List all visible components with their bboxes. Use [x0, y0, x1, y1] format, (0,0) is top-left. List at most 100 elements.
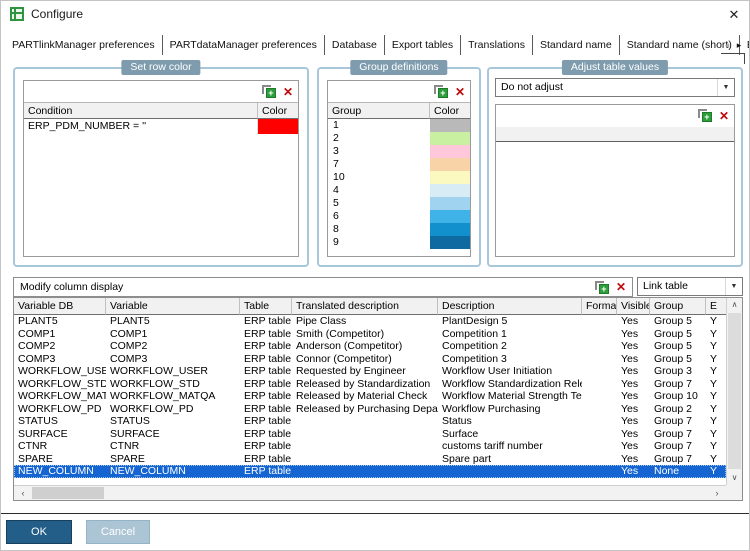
scroll-up-icon[interactable]: ∧: [727, 298, 742, 312]
tab-scroll-right-icon[interactable]: ▸: [733, 39, 745, 52]
scroll-left-icon[interactable]: ‹: [16, 486, 30, 500]
delete-column-icon[interactable]: ✕: [616, 281, 626, 293]
table-cell: [582, 365, 617, 378]
table-row[interactable]: CTNRCTNRERP tablecustoms tariff numberYe…: [14, 440, 726, 453]
delete-adjust-icon[interactable]: ✕: [719, 110, 729, 122]
tab-partlinkmanager-preferences[interactable]: PARTlinkManager preferences: [5, 35, 163, 55]
table-cell: Yes: [617, 465, 650, 478]
table-cell: [582, 390, 617, 403]
table-cell: Connor (Competitor): [292, 353, 438, 366]
table-cell: Yes: [617, 415, 650, 428]
table-row[interactable]: WORKFLOW_STDWORKFLOW_STDERP tableRelease…: [14, 378, 726, 391]
column-header-table[interactable]: Table: [240, 298, 292, 315]
scroll-right-icon[interactable]: ›: [710, 486, 724, 500]
table-cell: Group 2: [650, 403, 706, 416]
tab-standard-name[interactable]: Standard name: [533, 35, 620, 55]
column-header-variable-db[interactable]: Variable DB: [14, 298, 106, 315]
add-adjust-icon[interactable]: +: [698, 109, 712, 122]
table-cell: None: [650, 465, 706, 478]
table-row[interactable]: SPARESPAREERP tableSpare partYesGroup 7Y: [14, 453, 726, 466]
table-row[interactable]: NEW_COLUMNNEW_COLUMNERP tableYesNoneY: [14, 465, 726, 478]
app-grid-icon: [10, 7, 24, 21]
color-swatch[interactable]: [430, 210, 470, 223]
condition-row[interactable]: ERP_PDM_NUMBER = '': [24, 119, 298, 134]
group-column-header[interactable]: Group: [328, 103, 430, 119]
tab-export-tables[interactable]: Export tables: [385, 35, 461, 55]
table-row[interactable]: STATUSSTATUSERP tableStatusYesGroup 7Y: [14, 415, 726, 428]
vertical-scrollbar[interactable]: ∧ ∨: [726, 298, 742, 485]
table-row[interactable]: COMP2COMP2ERP tableAnderson (Competitor)…: [14, 340, 726, 353]
color-swatch[interactable]: [430, 132, 470, 145]
table-cell: Group 3: [650, 365, 706, 378]
cancel-button[interactable]: Cancel: [86, 520, 150, 544]
color-swatch[interactable]: [430, 197, 470, 210]
table-row[interactable]: SURFACESURFACEERP tableSurfaceYesGroup 7…: [14, 428, 726, 441]
ok-button[interactable]: OK: [6, 520, 72, 544]
group-row[interactable]: 5: [328, 197, 470, 210]
column-header-visible[interactable]: Visible: [617, 298, 650, 315]
table-cell: WORKFLOW_STD: [106, 378, 240, 391]
table-row[interactable]: WORKFLOW_MATQAWORKFLOW_MATQAERP tableRel…: [14, 390, 726, 403]
column-header-description[interactable]: Description: [438, 298, 582, 315]
table-cell: Group 5: [650, 340, 706, 353]
tab-partdatamanager-preferences[interactable]: PARTdataManager preferences: [163, 35, 325, 55]
modify-column-display-bar: Modify column display + ✕: [13, 277, 633, 297]
condition-column-header[interactable]: Condition: [24, 103, 258, 119]
color-column-header[interactable]: Color: [258, 103, 298, 119]
tab-scroll-left-icon[interactable]: ◂: [721, 39, 733, 52]
group-row[interactable]: 6: [328, 210, 470, 223]
tab-database[interactable]: Database: [325, 35, 385, 55]
table-cell: [582, 428, 617, 441]
table-cell: ERP table: [240, 453, 292, 466]
table-cell: SURFACE: [106, 428, 240, 441]
group-row[interactable]: 10: [328, 171, 470, 184]
vertical-scroll-thumb[interactable]: [728, 313, 741, 469]
set-row-color-toolbar: + ✕: [24, 81, 298, 102]
column-header-format[interactable]: Format: [582, 298, 617, 315]
group-row[interactable]: 7: [328, 158, 470, 171]
link-table-dropdown[interactable]: Link table ▼: [637, 277, 743, 296]
delete-group-icon[interactable]: ✕: [455, 86, 465, 98]
column-header-group[interactable]: Group: [650, 298, 706, 315]
table-cell: Yes: [617, 428, 650, 441]
color-swatch[interactable]: [430, 236, 470, 249]
group-row[interactable]: 8: [328, 223, 470, 236]
chevron-down-icon: ▼: [725, 278, 742, 295]
column-header-e[interactable]: E: [706, 298, 726, 315]
color-swatch[interactable]: [430, 184, 470, 197]
adjust-mode-dropdown[interactable]: Do not adjust ▼: [495, 78, 735, 97]
color-swatch[interactable]: [258, 119, 298, 134]
color-swatch[interactable]: [430, 223, 470, 236]
column-header-variable[interactable]: Variable: [106, 298, 240, 315]
table-row[interactable]: PLANT5PLANT5ERP tablePipe ClassPlantDesi…: [14, 315, 726, 328]
table-row[interactable]: COMP3COMP3ERP tableConnor (Competitor)Co…: [14, 353, 726, 366]
table-row[interactable]: WORKFLOW_USERWORKFLOW_USERERP tableReque…: [14, 365, 726, 378]
group-number: 4: [328, 184, 430, 197]
close-icon[interactable]: ✕: [725, 6, 743, 24]
group-row[interactable]: 3: [328, 145, 470, 158]
table-cell: Yes: [617, 365, 650, 378]
group-row[interactable]: 2: [328, 132, 470, 145]
horizontal-scrollbar[interactable]: ‹ ›: [14, 485, 726, 500]
add-column-icon[interactable]: +: [595, 281, 609, 294]
add-row-icon[interactable]: +: [262, 85, 276, 98]
delete-row-icon[interactable]: ✕: [283, 86, 293, 98]
color-swatch[interactable]: [430, 145, 470, 158]
color-swatch[interactable]: [430, 171, 470, 184]
adjust-mode-value: Do not adjust: [501, 81, 714, 93]
tab-translations[interactable]: Translations: [461, 35, 533, 55]
group-row[interactable]: 9: [328, 236, 470, 249]
group-row[interactable]: 4: [328, 184, 470, 197]
table-cell: ERP table: [240, 378, 292, 391]
table-row[interactable]: WORKFLOW_PDWORKFLOW_PDERP tableReleased …: [14, 403, 726, 416]
scroll-down-icon[interactable]: ∨: [727, 471, 742, 485]
color-swatch[interactable]: [430, 158, 470, 171]
color-swatch[interactable]: [430, 119, 470, 132]
table-row[interactable]: COMP1COMP1ERP tableSmith (Competitor)Com…: [14, 328, 726, 341]
table-cell: Y: [706, 353, 726, 366]
column-header-translated-description[interactable]: Translated description: [292, 298, 438, 315]
horizontal-scroll-thumb[interactable]: [32, 487, 104, 499]
add-group-icon[interactable]: +: [434, 85, 448, 98]
group-row[interactable]: 1: [328, 119, 470, 132]
group-color-column-header[interactable]: Color: [430, 103, 470, 119]
